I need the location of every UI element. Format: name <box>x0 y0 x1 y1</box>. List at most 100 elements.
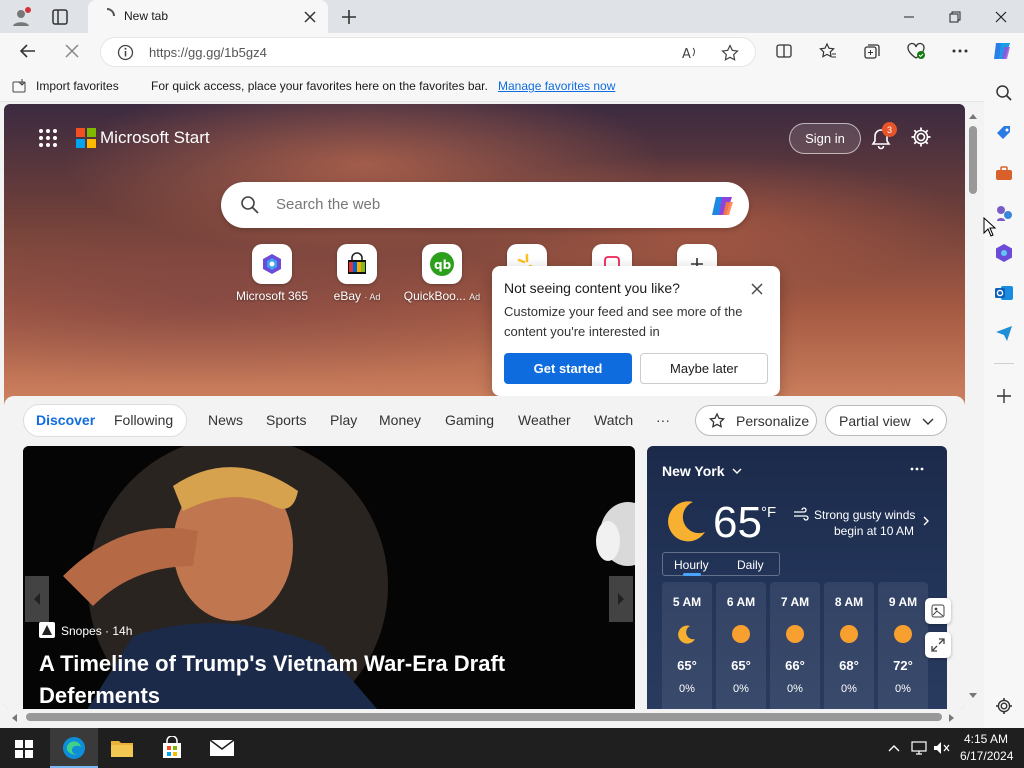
favorites-icon[interactable] <box>814 37 842 65</box>
article-source[interactable]: Snopes · 14h <box>61 624 132 638</box>
tab-hourly[interactable]: Hourly <box>674 558 709 572</box>
settings-more-icon[interactable] <box>946 37 974 65</box>
minimize-button[interactable] <box>886 0 932 33</box>
notification-count-badge: 3 <box>882 122 897 137</box>
get-started-button[interactable]: Get started <box>504 353 632 384</box>
partial-view-label: Partial view <box>839 412 911 429</box>
site-info-icon[interactable] <box>117 44 134 61</box>
tab-following[interactable]: Following <box>114 412 173 428</box>
tab-daily[interactable]: Daily <box>737 558 764 572</box>
stop-loading-button[interactable] <box>58 37 86 65</box>
new-tab-button[interactable] <box>338 6 360 28</box>
tab-weather[interactable]: Weather <box>518 412 571 428</box>
hour-forecast-9am[interactable]: 9 AM 72° 0% <box>878 582 928 709</box>
carousel-next-button[interactable] <box>609 576 633 622</box>
browser-essentials-icon[interactable] <box>902 37 930 65</box>
tab-gaming[interactable]: Gaming <box>445 412 494 428</box>
show-hidden-icons-icon[interactable] <box>887 742 901 754</box>
import-favorites-link[interactable]: Import favorites <box>36 79 119 93</box>
page-settings-gear-icon[interactable] <box>910 126 932 148</box>
tab-discover[interactable]: Discover <box>36 412 95 428</box>
copilot-icon[interactable] <box>988 37 1016 65</box>
close-window-button[interactable] <box>978 0 1024 33</box>
weather-more-icon[interactable] <box>909 466 925 472</box>
tab-watch[interactable]: Watch <box>594 412 633 428</box>
personalize-button[interactable]: Personalize <box>695 405 817 436</box>
network-icon[interactable] <box>911 740 927 756</box>
app-launcher-icon[interactable] <box>38 128 58 148</box>
windows-start-icon[interactable] <box>15 740 33 758</box>
scroll-right-arrow[interactable] <box>948 713 956 723</box>
sign-in-button[interactable]: Sign in <box>789 123 861 154</box>
split-screen-icon[interactable] <box>770 37 798 65</box>
more-tabs-button[interactable]: ··· <box>656 412 670 428</box>
sidebar-search-icon[interactable] <box>992 81 1016 105</box>
microsoft-logo-icon[interactable] <box>76 128 96 148</box>
sidebar-settings-icon[interactable] <box>992 694 1016 718</box>
sidebar-send-icon[interactable] <box>992 321 1016 345</box>
web-search-box[interactable]: Search the web <box>221 182 749 228</box>
favorite-star-icon[interactable] <box>721 44 739 62</box>
sidebar-microsoft-365-icon[interactable] <box>992 241 1016 265</box>
temp-unit[interactable]: °F <box>761 504 776 521</box>
tab-money[interactable]: Money <box>379 412 421 428</box>
taskbar-clock-time[interactable]: 4:15 AM <box>964 732 1008 746</box>
weather-alert-line2[interactable]: begin at 10 AM <box>834 524 914 538</box>
taskbar-clock-date[interactable]: 6/17/2024 <box>960 749 1013 763</box>
alert-chevron-right-icon[interactable] <box>921 515 931 527</box>
sidebar-add-icon[interactable] <box>992 384 1016 408</box>
quick-link-quickbooks[interactable]: qb QuickBoo... Ad <box>402 244 482 303</box>
carousel-prev-button[interactable] <box>25 576 49 622</box>
sidebar-tools-icon[interactable] <box>992 161 1016 185</box>
scroll-down-arrow[interactable] <box>968 692 978 700</box>
hero-article-card[interactable]: Snopes · 14h A Timeline of Trump's Vietn… <box>23 446 635 709</box>
volume-muted-icon[interactable] <box>933 740 951 756</box>
tab-sports[interactable]: Sports <box>266 412 306 428</box>
partial-view-dropdown[interactable]: Partial view <box>825 405 947 436</box>
search-input[interactable]: Search the web <box>276 196 380 213</box>
horizontal-scrollbar[interactable] <box>4 709 981 725</box>
collections-icon[interactable] <box>858 37 886 65</box>
hour-forecast-8am[interactable]: 8 AM 68° 0% <box>824 582 874 709</box>
hour-forecast-5am[interactable]: 5 AM 65° 0% <box>662 582 712 709</box>
taskbar-mail-icon[interactable] <box>209 738 235 758</box>
taskbar-edge-button[interactable] <box>50 728 98 768</box>
scroll-left-arrow[interactable] <box>10 713 18 723</box>
location-chevron-icon[interactable] <box>731 465 743 477</box>
tab-news[interactable]: News <box>208 412 243 428</box>
tab-actions-icon[interactable] <box>50 7 70 27</box>
back-button[interactable] <box>14 37 42 65</box>
close-tab-icon[interactable] <box>302 9 318 25</box>
vertical-scrollbar[interactable] <box>965 104 981 709</box>
address-bar[interactable]: https://gg.gg/1b5gz4 A <box>100 37 756 67</box>
sidebar-shopping-tag-icon[interactable] <box>992 121 1016 145</box>
weather-location[interactable]: New York <box>662 463 725 479</box>
profile-icon[interactable] <box>10 6 32 28</box>
brand-title[interactable]: Microsoft Start <box>100 128 210 148</box>
close-popup-icon[interactable] <box>750 282 764 296</box>
tab-play[interactable]: Play <box>330 412 357 428</box>
quick-link-ebay[interactable]: eBay · Ad <box>317 244 397 303</box>
url-text[interactable]: https://gg.gg/1b5gz4 <box>149 45 267 60</box>
sidebar-outlook-icon[interactable] <box>992 281 1016 305</box>
horizontal-scroll-thumb[interactable] <box>26 713 942 721</box>
article-title[interactable]: A Timeline of Trump's Vietnam War-Era Dr… <box>39 648 599 709</box>
browser-tab-new-tab[interactable]: New tab <box>88 0 328 33</box>
hour-forecast-7am[interactable]: 7 AM 66° 0% <box>770 582 820 709</box>
taskbar-store-icon[interactable] <box>160 736 184 760</box>
image-feedback-button[interactable] <box>925 598 951 624</box>
maybe-later-button[interactable]: Maybe later <box>640 353 768 384</box>
copilot-search-icon[interactable] <box>709 192 737 220</box>
scroll-up-arrow[interactable] <box>968 112 978 120</box>
weather-alert-line1[interactable]: Strong gusty winds <box>814 508 915 522</box>
expand-icon[interactable] <box>925 632 951 658</box>
taskbar-file-explorer-icon[interactable] <box>110 737 134 759</box>
import-favorites-icon[interactable] <box>12 78 28 94</box>
weather-card[interactable]: New York 65 °F Strong gusty winds begin … <box>647 446 947 709</box>
read-aloud-icon[interactable]: A <box>681 44 699 62</box>
vertical-scroll-thumb[interactable] <box>969 126 977 194</box>
manage-favorites-link[interactable]: Manage favorites now <box>498 79 615 93</box>
restore-button[interactable] <box>932 0 978 33</box>
quick-link-microsoft-365[interactable]: Microsoft 365 <box>232 244 312 303</box>
hour-forecast-6am[interactable]: 6 AM 65° 0% <box>716 582 766 709</box>
